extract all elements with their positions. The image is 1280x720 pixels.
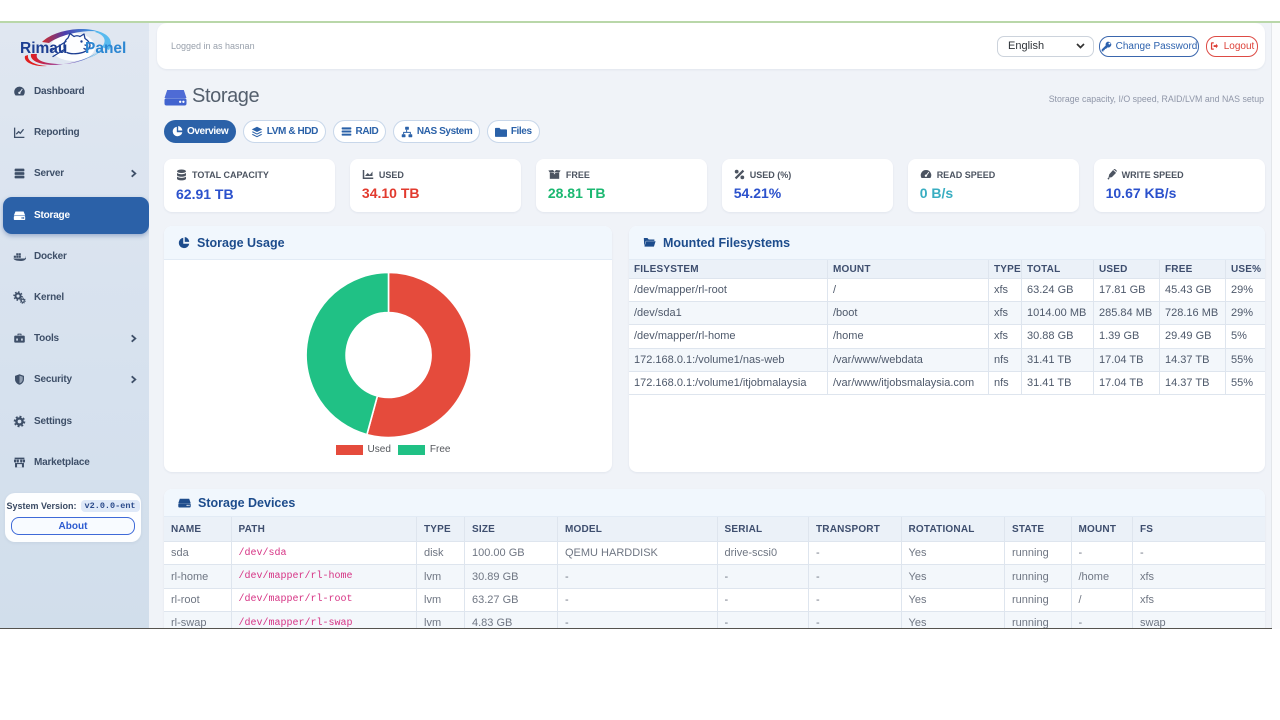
svg-text:Rimau: Rimau bbox=[20, 40, 67, 57]
svg-text:Panel: Panel bbox=[85, 40, 126, 57]
